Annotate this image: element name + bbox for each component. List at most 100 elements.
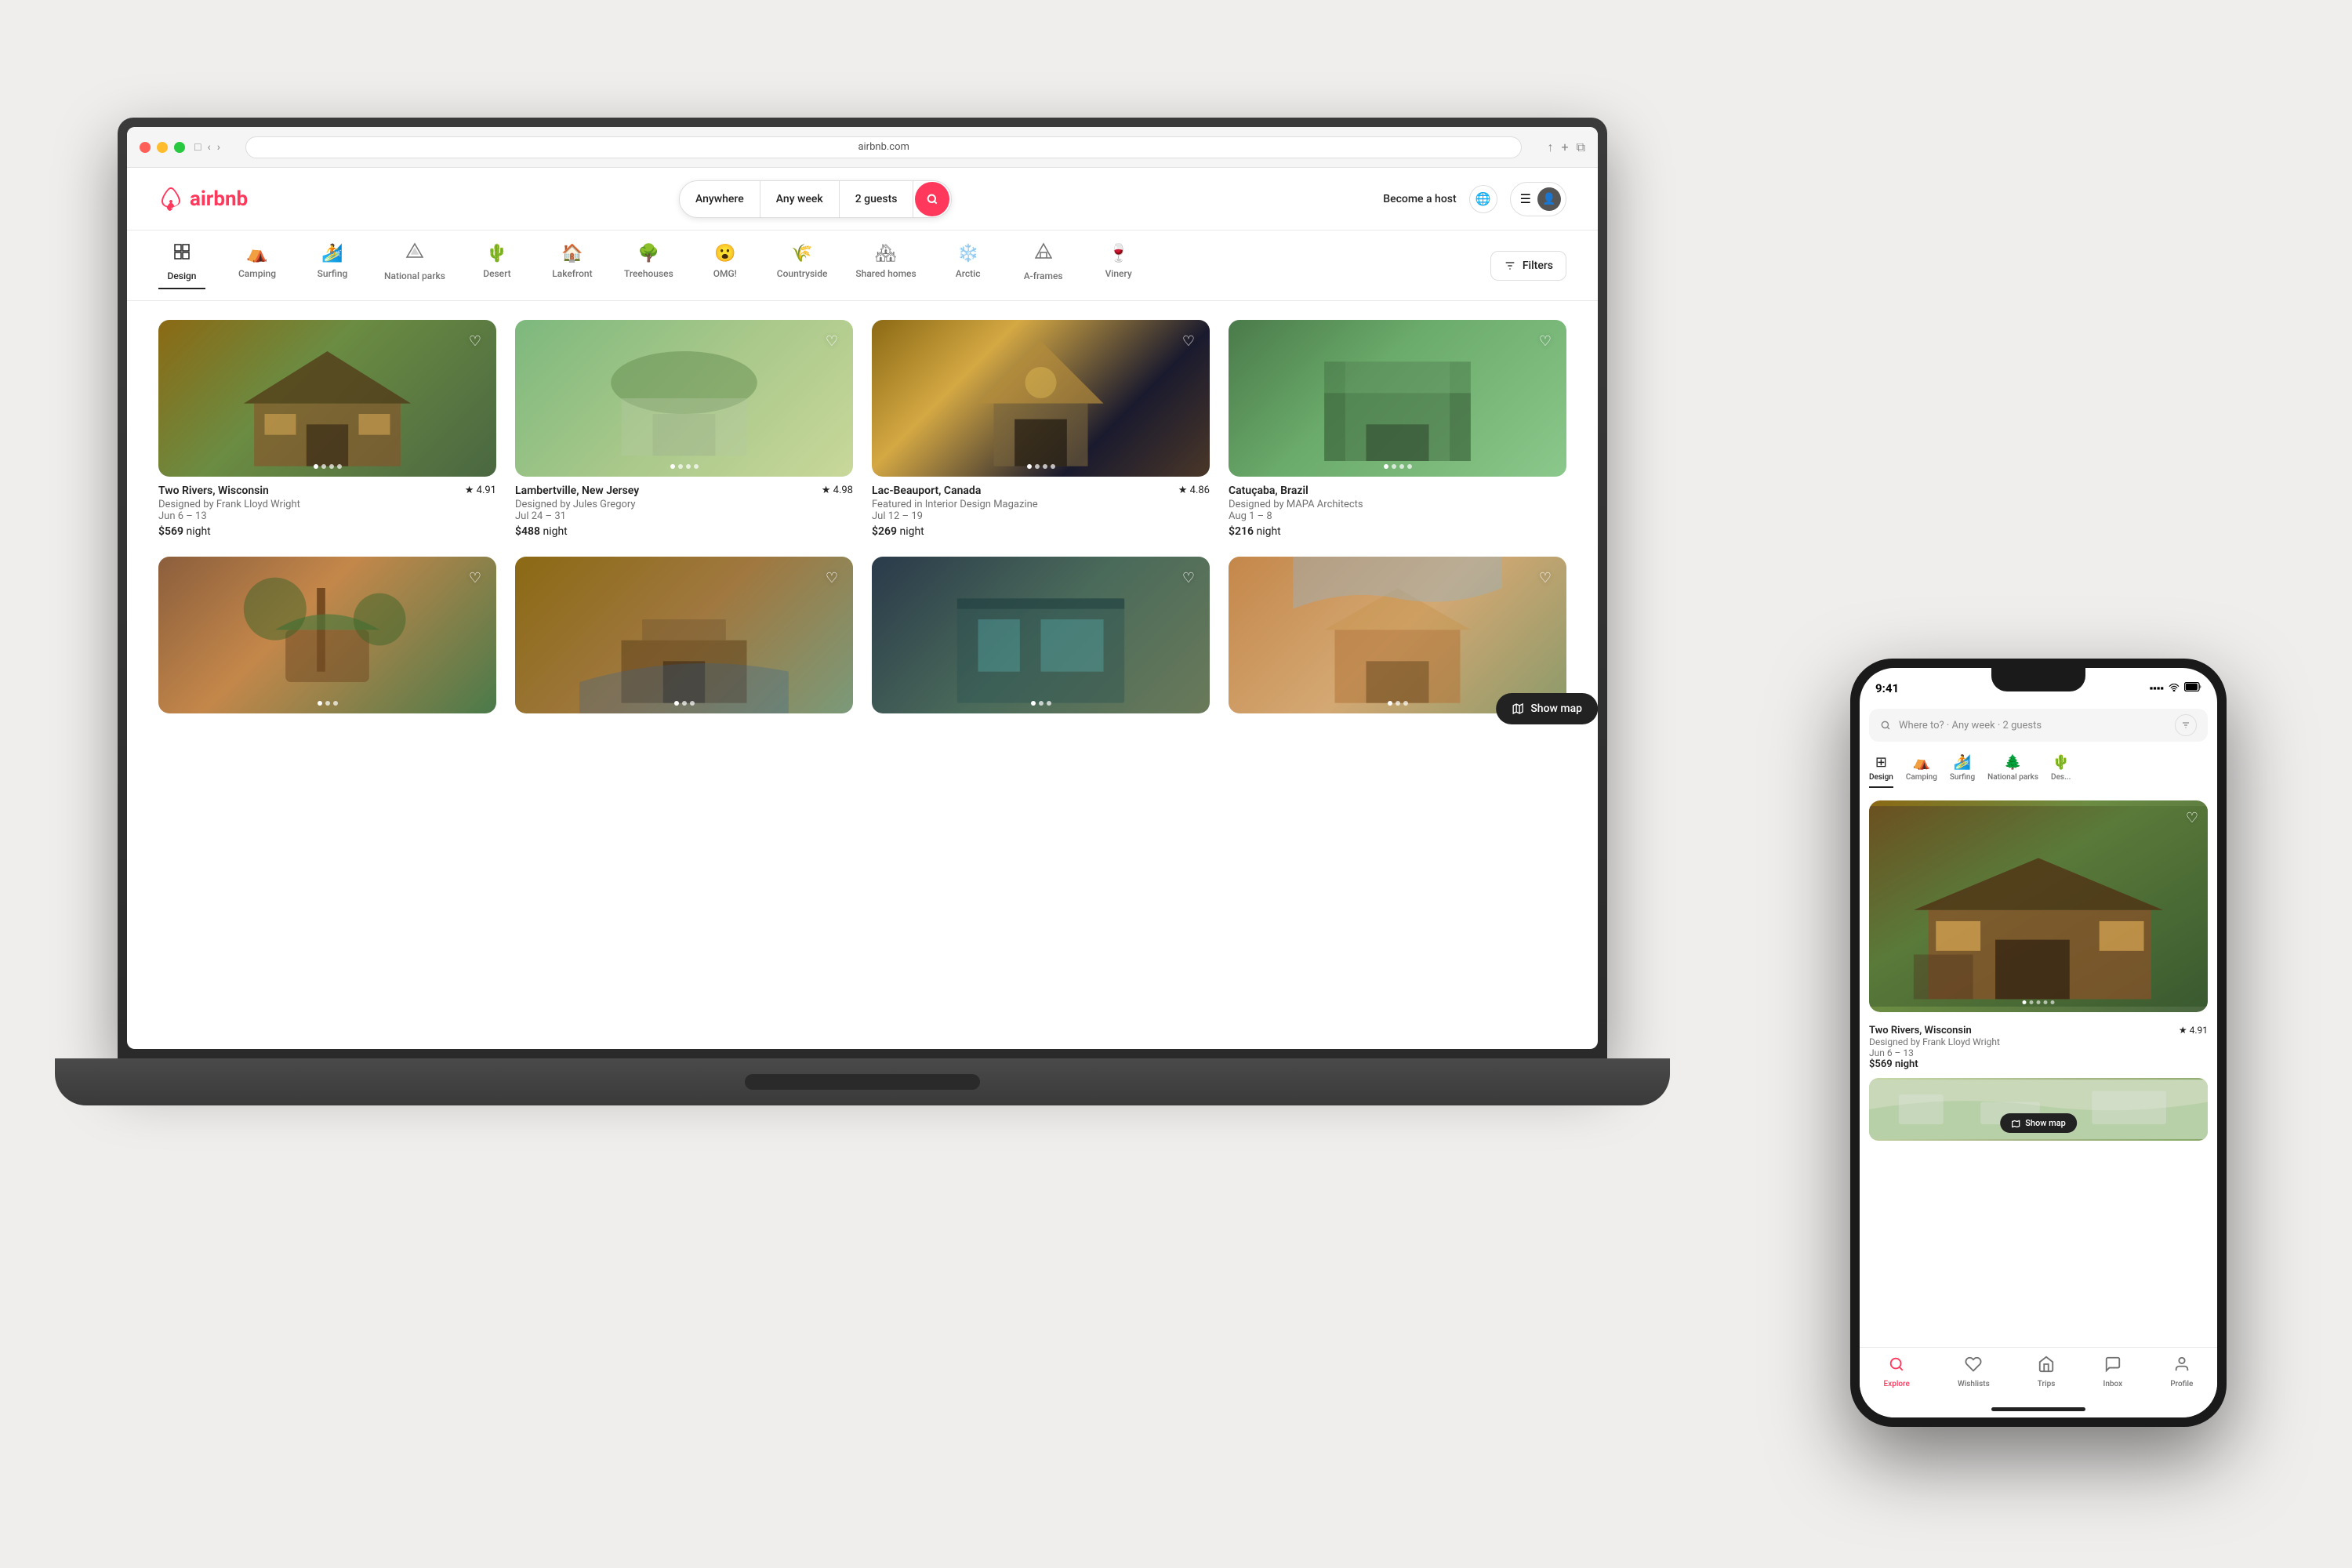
phone-main-listing[interactable]: ♡ — [1869, 800, 2208, 1012]
wishlist-button-3[interactable]: ♡ — [1177, 329, 1200, 353]
language-selector[interactable]: 🌐 — [1469, 185, 1497, 213]
phone-nav-inbox[interactable]: Inbox — [2103, 1356, 2122, 1388]
category-design[interactable]: Design — [158, 242, 205, 289]
listing-location-1: Two Rivers, Wisconsin — [158, 485, 269, 497]
category-desert[interactable]: 🌵 Desert — [474, 244, 521, 287]
traffic-light-close[interactable] — [140, 142, 151, 153]
become-host-link[interactable]: Become a host — [1383, 193, 1456, 205]
category-surfing[interactable]: 🏄 Surfing — [309, 244, 356, 287]
category-lakefront[interactable]: 🏠 Lakefront — [549, 244, 596, 287]
phone-cat-national-parks[interactable]: 🌲 National parks — [1987, 754, 2038, 788]
wishlist-button-5[interactable]: ♡ — [463, 566, 487, 590]
wishlist-button-4[interactable]: ♡ — [1534, 329, 1557, 353]
phone-cat-camping[interactable]: ⛺ Camping — [1906, 754, 1937, 788]
site-header: airbnb Anywhere Any week 2 guests — [127, 168, 1598, 230]
phone-home-indicator — [1991, 1407, 2085, 1411]
category-arctic[interactable]: ❄️ Arctic — [945, 244, 992, 287]
airbnb-logo[interactable]: airbnb — [158, 187, 248, 212]
phone-map-preview[interactable]: Show map — [1869, 1078, 2208, 1141]
listing-card-4[interactable]: ♡ Catuçaba, Brazil — [1229, 320, 1566, 538]
phone-nav-explore[interactable]: Explore — [1884, 1356, 1910, 1388]
browser-nav-icons: □ ‹ › — [194, 140, 220, 154]
listing-price-1: $569 night — [158, 525, 496, 538]
wishlist-button-6[interactable]: ♡ — [820, 566, 844, 590]
shared-homes-icon: 🏘 — [875, 244, 897, 263]
phone-nav-trips[interactable]: Trips — [2038, 1356, 2056, 1388]
battery-icon — [2184, 682, 2201, 695]
phone-listing-price: $569 night — [1869, 1058, 2208, 1070]
search-button[interactable] — [915, 182, 949, 216]
image-dots-4 — [1384, 464, 1412, 469]
listing-location-4: Catuçaba, Brazil — [1229, 485, 1308, 497]
search-guests[interactable]: 2 guests — [840, 181, 914, 217]
wishlist-button-7[interactable]: ♡ — [1177, 566, 1200, 590]
phone-des-label: Des... — [2051, 773, 2071, 782]
phone-national-label: National parks — [1987, 773, 2038, 782]
profile-icon — [2173, 1356, 2190, 1377]
wishlist-button-8[interactable]: ♡ — [1534, 566, 1557, 590]
listing-price-2: $488 night — [515, 525, 853, 538]
back-icon[interactable]: ‹ — [207, 141, 210, 154]
listing-image-1: ♡ — [158, 320, 496, 477]
tabs-icon[interactable]: ⧉ — [1577, 140, 1585, 155]
phone-wishlist-button[interactable]: ♡ — [2186, 810, 2198, 826]
category-a-frames[interactable]: A-frames — [1020, 242, 1067, 289]
search-any-week[interactable]: Any week — [760, 181, 840, 217]
category-shared-homes[interactable]: 🏘 Shared homes — [855, 244, 916, 287]
phone-house-illustration — [1869, 800, 2208, 1012]
camping-label: Camping — [238, 268, 276, 279]
filters-button[interactable]: Filters — [1490, 251, 1566, 281]
search-anywhere[interactable]: Anywhere — [680, 181, 760, 217]
listing-card-3[interactable]: ♡ Lac-Beauport, Canada — [872, 320, 1210, 538]
listing-card-2[interactable]: ♡ Lambertville, New Jerse — [515, 320, 853, 538]
traffic-light-maximize[interactable] — [174, 142, 185, 153]
image-dots-2 — [670, 464, 699, 469]
listing-info-2: Lambertville, New Jersey ★ 4.98 Designed… — [515, 477, 853, 538]
phone-map-button[interactable]: Show map — [2000, 1113, 2077, 1133]
user-menu[interactable]: ☰ 👤 — [1510, 182, 1566, 216]
category-countryside[interactable]: 🌾 Countryside — [777, 244, 828, 287]
listing-card-5[interactable]: ♡ — [158, 557, 496, 721]
forward-icon[interactable]: › — [217, 141, 220, 154]
new-tab-icon[interactable]: + — [1561, 140, 1568, 155]
category-omg[interactable]: 😮 OMG! — [702, 244, 749, 287]
category-camping[interactable]: ⛺ Camping — [234, 244, 281, 287]
phone-search-bar[interactable]: Where to? · Any week · 2 guests — [1869, 709, 2208, 742]
listing-image-3: ♡ — [872, 320, 1210, 477]
category-vinery[interactable]: 🍷 Vinery — [1095, 244, 1142, 287]
share-icon[interactable]: ↑ — [1547, 140, 1553, 155]
phone-categories: ⊞ Design ⛺ Camping 🏄 Surfing 🌲 National … — [1860, 748, 2217, 794]
phone-surfing-label: Surfing — [1950, 773, 1975, 782]
laptop-body: □ ‹ › airbnb.com ↑ + ⧉ — [118, 118, 1607, 1058]
phone-cat-surfing[interactable]: 🏄 Surfing — [1950, 754, 1975, 788]
wishlists-icon — [1965, 1356, 1982, 1377]
map-icon — [1512, 702, 1524, 715]
show-map-label: Show map — [1530, 702, 1582, 715]
listing-card-6[interactable]: ♡ — [515, 557, 853, 721]
address-bar[interactable]: airbnb.com — [245, 136, 1523, 158]
listing-card-7[interactable]: ♡ — [872, 557, 1210, 721]
national-parks-icon — [405, 242, 424, 266]
sidebar-toggle-icon[interactable]: □ — [194, 140, 201, 154]
laptop-base — [55, 1058, 1670, 1105]
category-treehouses[interactable]: 🌳 Treehouses — [624, 244, 673, 287]
traffic-light-minimize[interactable] — [157, 142, 168, 153]
show-map-button[interactable]: Show map — [1496, 693, 1598, 724]
phone-nav-wishlists[interactable]: Wishlists — [1958, 1356, 1990, 1388]
image-dots-7 — [1031, 701, 1051, 706]
listing-card-1[interactable]: ♡ Two Rivers, Wisconsin — [158, 320, 496, 538]
phone-cat-design[interactable]: ⊞ Design — [1869, 754, 1893, 788]
listing-subtitle-1: Designed by Frank Lloyd Wright — [158, 499, 496, 510]
phone-filter-icon[interactable] — [2175, 714, 2197, 736]
omg-label: OMG! — [713, 268, 737, 279]
wishlist-button-2[interactable]: ♡ — [820, 329, 844, 353]
surfing-label: Surfing — [318, 268, 348, 279]
listing-dates-4: Aug 1 – 8 — [1229, 510, 1566, 522]
image-dots-1 — [314, 464, 342, 469]
browser-actions: ↑ + ⧉ — [1547, 140, 1585, 155]
wishlist-button-1[interactable]: ♡ — [463, 329, 487, 353]
category-national-parks[interactable]: National parks — [384, 242, 445, 289]
phone-nav-profile[interactable]: Profile — [2170, 1356, 2193, 1388]
phone-cat-des[interactable]: 🌵 Des... — [2051, 754, 2071, 788]
laptop: □ ‹ › airbnb.com ↑ + ⧉ — [118, 118, 1607, 1450]
